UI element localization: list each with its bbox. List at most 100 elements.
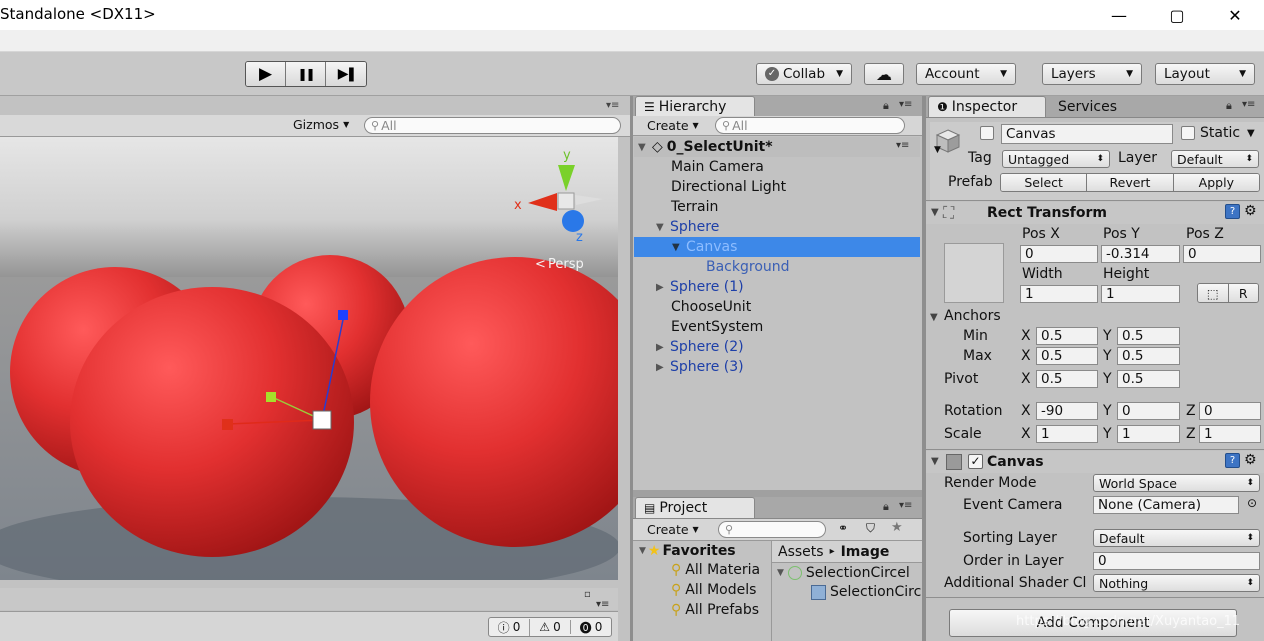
scene-viewport[interactable]: y x z Persp < — [0, 137, 618, 580]
orientation-center[interactable] — [557, 192, 575, 210]
panel-menu-icon[interactable]: ▾≡ — [899, 500, 912, 511]
favorite-item[interactable]: ⚲ All Prefabs — [671, 602, 759, 618]
orientation-z-cone[interactable] — [562, 210, 584, 232]
fold-closed-icon[interactable]: ▶ — [656, 282, 670, 293]
list-item[interactable]: ▶ Sphere (1) — [634, 277, 920, 297]
min-x-field[interactable]: 0.5 — [1036, 327, 1098, 345]
pos-x-field[interactable]: 0 — [1020, 245, 1098, 263]
list-item[interactable]: Main Camera — [634, 157, 920, 177]
gizmo-x-handle[interactable] — [222, 419, 233, 430]
collab-dropdown[interactable]: ✓ Collab ▼ — [756, 63, 852, 85]
gizmo-center-handle[interactable] — [312, 410, 332, 430]
tag-icon[interactable]: ⛉ — [866, 521, 875, 536]
layer-dropdown[interactable]: Default ⬍ — [1171, 150, 1259, 168]
gizmo-y-handle[interactable] — [266, 392, 276, 402]
canvas-component-header[interactable]: ▼ ✓ Canvas ? ⚙ — [926, 451, 1264, 473]
info-toggle[interactable]: ⓘ 0 — [489, 618, 530, 636]
active-checkbox[interactable] — [980, 126, 994, 140]
tag-dropdown[interactable]: Untagged ⬍ — [1002, 150, 1110, 168]
scale-y-field[interactable]: 1 — [1117, 425, 1180, 443]
rotation-z-field[interactable]: 0 — [1199, 402, 1261, 420]
list-item[interactable]: Terrain — [634, 197, 920, 217]
max-x-field[interactable]: 0.5 — [1036, 347, 1098, 365]
fold-open-icon[interactable]: ▼ — [931, 456, 939, 467]
raw-edit-button[interactable]: R — [1228, 284, 1258, 302]
render-mode-dropdown[interactable]: World Space ⬍ — [1093, 474, 1260, 492]
step-button[interactable]: ▶❚ — [326, 62, 366, 86]
panel-menu-icon[interactable]: ▾≡ — [1242, 99, 1255, 110]
lock-icon[interactable]: 🔒︎ — [1226, 99, 1232, 113]
rotation-y-field[interactable]: 0 — [1117, 402, 1180, 420]
list-item[interactable]: ▼ Sphere — [634, 217, 920, 237]
persp-label[interactable]: Persp — [548, 257, 584, 272]
event-camera-field[interactable]: None (Camera) — [1093, 496, 1239, 514]
project-create-dropdown[interactable]: Create ▼ — [647, 522, 699, 537]
warning-toggle[interactable]: ⚠ 0 — [530, 620, 571, 634]
canvas-enabled-checkbox[interactable]: ✓ — [968, 454, 983, 469]
minimize-button[interactable]: — — [1090, 0, 1148, 30]
tab-project[interactable]: ▤ Project — [635, 497, 755, 518]
gizmos-dropdown[interactable]: Gizmos ▼ — [293, 117, 349, 132]
breadcrumb-image[interactable]: Image — [841, 544, 890, 560]
play-button[interactable]: ▶ — [246, 62, 286, 86]
fold-open-icon[interactable]: ▼ — [672, 242, 686, 253]
list-item[interactable]: ChooseUnit — [634, 297, 920, 317]
chevron-down-icon[interactable]: ▼ — [934, 145, 941, 155]
tab-hierarchy[interactable]: ☰ Hierarchy — [635, 96, 755, 117]
list-item-selected[interactable]: ▼ Canvas — [634, 237, 920, 257]
panel-menu-icon[interactable]: ▾≡ — [606, 100, 619, 111]
gizmo-z-handle[interactable] — [338, 310, 348, 320]
layers-dropdown[interactable]: Layers ▼ — [1042, 63, 1142, 85]
pivot-y-field[interactable]: 0.5 — [1117, 370, 1180, 388]
pos-z-field[interactable]: 0 — [1183, 245, 1261, 263]
help-icon[interactable]: ? — [1225, 453, 1240, 468]
prefab-apply-button[interactable]: Apply — [1173, 174, 1259, 191]
pos-y-field[interactable]: -0.314 — [1101, 245, 1180, 263]
gear-icon[interactable]: ⚙ — [1244, 452, 1257, 468]
help-icon[interactable]: ? — [1225, 204, 1240, 219]
list-item[interactable]: Background — [634, 257, 920, 277]
filter-type-icon[interactable]: ⚭ — [838, 521, 848, 535]
prefab-revert-button[interactable]: Revert — [1087, 174, 1174, 191]
fold-open-icon[interactable]: ▼ — [638, 142, 652, 153]
scene-menu-icon[interactable]: ▾≡ — [896, 140, 909, 151]
chevron-down-icon[interactable]: ▼ — [1247, 128, 1255, 139]
blueprint-mode-icon[interactable]: ⬚ — [1198, 284, 1229, 302]
asset-item[interactable]: SelectionCirc — [811, 584, 922, 600]
list-item[interactable]: Directional Light — [634, 177, 920, 197]
list-item[interactable]: ▶ Sphere (2) — [634, 337, 920, 357]
layout-dropdown[interactable]: Layout ▼ — [1155, 63, 1255, 85]
pivot-x-field[interactable]: 0.5 — [1036, 370, 1098, 388]
scene-root-row[interactable]: ▼ ◇ 0_SelectUnit* ▾≡ — [634, 137, 920, 157]
scale-x-field[interactable]: 1 — [1036, 425, 1098, 443]
close-button[interactable]: ✕ — [1206, 0, 1264, 30]
panel-menu-icon[interactable]: ▾≡ — [596, 599, 609, 610]
order-in-layer-field[interactable]: 0 — [1093, 552, 1260, 570]
scene-search-input[interactable]: ⚲ All — [364, 117, 621, 134]
maximize-button[interactable]: ▢ — [1148, 0, 1206, 30]
gear-icon[interactable]: ⚙ — [1244, 203, 1257, 219]
pause-button[interactable]: ❚❚ — [286, 62, 326, 86]
object-name-field[interactable]: Canvas — [1001, 124, 1173, 144]
list-item[interactable]: EventSystem — [634, 317, 920, 337]
account-dropdown[interactable]: Account ▼ — [916, 63, 1016, 85]
fold-open-icon[interactable]: ▼ — [930, 312, 938, 323]
favorite-item[interactable]: ⚲ All Models — [671, 582, 756, 598]
static-checkbox[interactable] — [1181, 126, 1195, 140]
anchor-preset-box[interactable] — [944, 243, 1004, 303]
favorite-item[interactable]: ⚲ All Materia — [671, 562, 760, 578]
panel-menu-icon[interactable]: ▾≡ — [899, 99, 912, 110]
scene-render[interactable]: y x z Persp < — [0, 137, 618, 580]
asset-item[interactable]: ▼ SelectionCircel — [777, 565, 922, 581]
fold-open-icon[interactable]: ▼ — [639, 546, 646, 556]
rotation-x-field[interactable]: -90 — [1036, 402, 1098, 420]
object-picker-icon[interactable]: ⊙ — [1247, 496, 1257, 510]
sorting-layer-dropdown[interactable]: Default ⬍ — [1093, 529, 1260, 547]
hierarchy-search-input[interactable]: ⚲ All — [715, 117, 905, 134]
width-field[interactable]: 1 — [1020, 285, 1098, 303]
fold-open-icon[interactable]: ▼ — [777, 568, 784, 578]
favorites-header[interactable]: ▼ ★ Favorites — [639, 543, 736, 559]
lock-icon[interactable]: 🔒︎ — [883, 500, 889, 514]
fold-closed-icon[interactable]: ▶ — [656, 362, 670, 373]
fold-open-icon[interactable]: ▼ — [931, 207, 939, 218]
